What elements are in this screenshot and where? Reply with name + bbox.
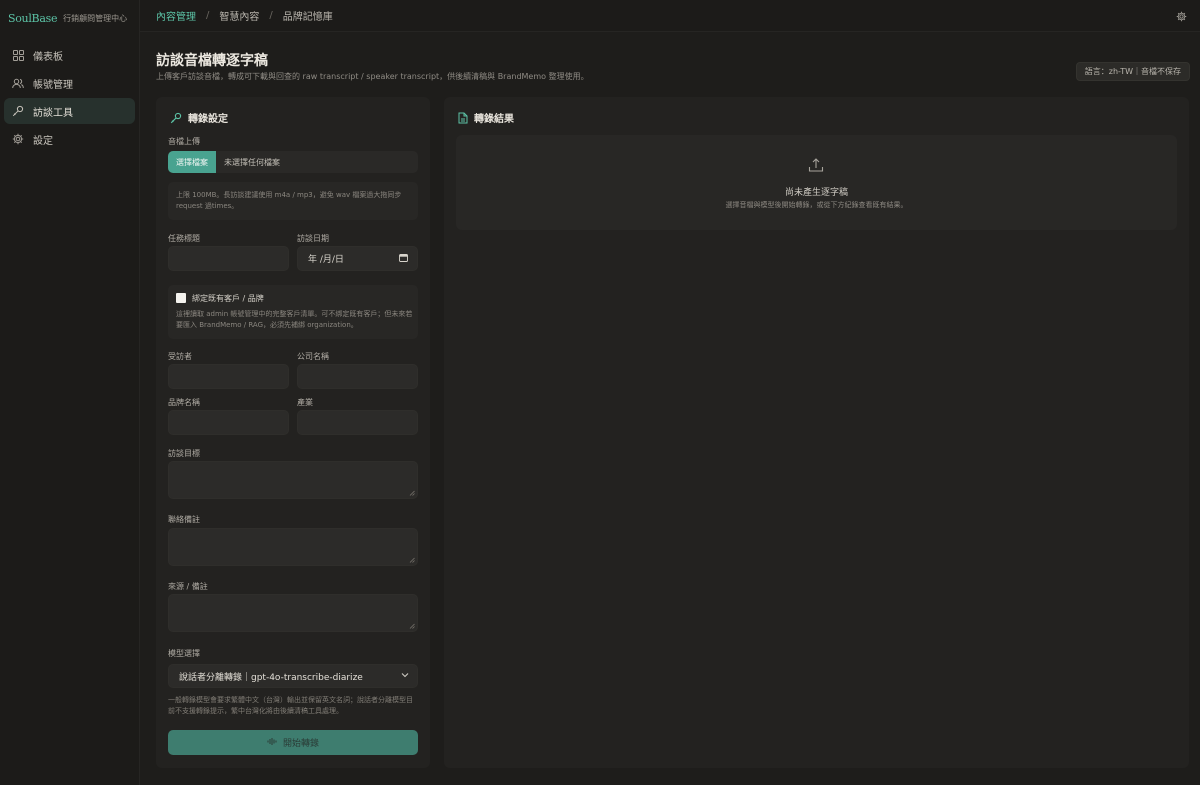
microphone-icon bbox=[12, 105, 24, 117]
sidebar-item-settings[interactable]: 設定 bbox=[4, 126, 135, 152]
calendar-icon[interactable] bbox=[399, 253, 408, 265]
bind-client-box: 綁定既有客戶 / 品牌 這裡讀取 admin 帳號管理中的完整客戶清單。可不綁定… bbox=[168, 285, 418, 339]
task-title-label: 任務標題 bbox=[168, 234, 200, 243]
transcription-result-panel: 轉錄結果 尚未產生逐字稿 選擇音檔與模型後開始轉錄，或從下方紀錄查看既有結果。 bbox=[444, 97, 1189, 768]
sidebar-item-label: 儀表板 bbox=[33, 51, 63, 63]
industry-label: 產業 bbox=[297, 398, 313, 407]
gear-icon bbox=[12, 133, 24, 145]
sidebar-nav: 儀表板 帳號管理 訪談工具 設定 bbox=[0, 42, 139, 152]
company-label: 公司名稱 bbox=[297, 352, 329, 361]
model-select-value: 說話者分離轉錄｜gpt-4o-transcribe-diarize bbox=[179, 672, 363, 683]
result-panel-title: 轉錄結果 bbox=[474, 114, 514, 125]
breadcrumb-separator: / bbox=[206, 10, 210, 21]
page-title: 訪談音檔轉逐字稿 bbox=[156, 53, 268, 69]
interviewee-input[interactable] bbox=[168, 364, 289, 389]
bind-client-checkbox[interactable] bbox=[176, 293, 186, 303]
task-title-input[interactable] bbox=[168, 246, 289, 271]
interviewee-label: 受訪者 bbox=[168, 352, 192, 361]
company-input[interactable] bbox=[297, 364, 418, 389]
brand-input[interactable] bbox=[168, 410, 289, 435]
sidebar-item-label: 設定 bbox=[33, 135, 53, 147]
topbar: 內容管理 / 智慧內容 / 品牌記憶庫 bbox=[140, 0, 1200, 32]
language-badge: 語言：zh-TW｜音檔不保存 bbox=[1075, 62, 1190, 81]
sidebar-item-dashboard[interactable]: 儀表板 bbox=[4, 42, 135, 68]
interview-goal-label: 訪談目標 bbox=[168, 449, 200, 458]
sidebar-item-interview-tools[interactable]: 訪談工具 bbox=[4, 98, 135, 124]
brand[interactable]: SoulBase 行銷顧問管理中心 bbox=[0, 0, 139, 36]
upload-label: 音檔上傳 bbox=[168, 137, 200, 146]
resize-grip-icon[interactable] bbox=[409, 623, 415, 629]
bind-client-help: 這裡讀取 admin 帳號管理中的完整客戶清單。可不綁定既有客戶；但未來若要匯入… bbox=[176, 310, 413, 329]
settings-panel-header: 轉錄設定 bbox=[170, 110, 228, 125]
resize-grip-icon[interactable] bbox=[409, 557, 415, 563]
breadcrumb-separator: / bbox=[269, 10, 273, 21]
model-select[interactable]: 說話者分離轉錄｜gpt-4o-transcribe-diarize bbox=[168, 664, 418, 688]
bind-client-label[interactable]: 綁定既有客戶 / 品牌 bbox=[192, 293, 264, 304]
source-notes-label: 來源 / 備註 bbox=[168, 582, 208, 591]
choose-file-button[interactable]: 選擇檔案 bbox=[168, 151, 216, 173]
contact-notes-label: 聯絡備註 bbox=[168, 515, 200, 524]
breadcrumb-smart-content[interactable]: 智慧內容 bbox=[219, 8, 259, 23]
upload-icon bbox=[808, 157, 824, 176]
breadcrumb-content-management[interactable]: 內容管理 bbox=[156, 8, 196, 23]
upload-hint: 上限 100MB。長訪談建議使用 m4a / mp3，避免 wav 檔案過大拖同… bbox=[168, 182, 418, 220]
resize-grip-icon[interactable] bbox=[409, 490, 415, 496]
start-transcription-button[interactable]: 開始轉錄 bbox=[168, 730, 418, 755]
brand-logo[interactable]: SoulBase bbox=[8, 12, 57, 25]
sidebar-item-label: 帳號管理 bbox=[33, 79, 73, 91]
model-help: 一般轉錄模型會要求繁體中文（台灣）輸出並保留英文名詞；說話者分離模型目前不支援轉… bbox=[168, 696, 413, 715]
date-placeholder: 年 /月/日 bbox=[308, 255, 344, 265]
audio-wave-icon bbox=[267, 737, 277, 749]
sidebar-item-label: 訪談工具 bbox=[33, 107, 73, 119]
interview-date-label: 訪談日期 bbox=[297, 234, 329, 243]
microphone-icon bbox=[170, 112, 182, 124]
brand-subtitle: 行銷顧問管理中心 bbox=[63, 13, 128, 23]
interview-goal-textarea[interactable] bbox=[168, 461, 418, 499]
file-upload-input[interactable]: 選擇檔案 未選擇任何檔案 bbox=[168, 151, 418, 173]
empty-state-subtitle: 選擇音檔與模型後開始轉錄，或從下方紀錄查看既有結果。 bbox=[725, 201, 908, 209]
document-icon bbox=[458, 112, 468, 124]
settings-panel-title: 轉錄設定 bbox=[188, 114, 228, 125]
grid-icon bbox=[12, 49, 24, 61]
users-icon bbox=[12, 77, 24, 89]
start-button-label: 開始轉錄 bbox=[282, 739, 319, 749]
contact-notes-textarea[interactable] bbox=[168, 528, 418, 566]
model-label: 模型選擇 bbox=[168, 649, 200, 658]
source-notes-textarea[interactable] bbox=[168, 594, 418, 632]
file-status: 未選擇任何檔案 bbox=[224, 157, 280, 167]
empty-state-title: 尚未產生逐字稿 bbox=[784, 188, 848, 198]
sidebar-item-accounts[interactable]: 帳號管理 bbox=[4, 70, 135, 96]
chevron-down-icon bbox=[401, 671, 409, 681]
interview-date-input[interactable]: 年 /月/日 bbox=[297, 246, 418, 271]
sidebar: SoulBase 行銷顧問管理中心 儀表板 帳號管理 訪談工具 設定 bbox=[0, 0, 140, 785]
settings-gear-icon[interactable] bbox=[1174, 9, 1188, 23]
brand-label: 品牌名稱 bbox=[168, 398, 200, 407]
transcription-settings-panel: 轉錄設定 音檔上傳 選擇檔案 未選擇任何檔案 上限 100MB。長訪談建議使用 … bbox=[156, 97, 430, 768]
breadcrumb-brand-memory[interactable]: 品牌記憶庫 bbox=[283, 8, 333, 23]
industry-input[interactable] bbox=[297, 410, 418, 435]
result-panel-header: 轉錄結果 bbox=[458, 110, 514, 125]
page-description: 上傳客戶訪談音檔，轉成可下載與回查的 raw transcript / spea… bbox=[156, 72, 589, 81]
empty-state: 尚未產生逐字稿 選擇音檔與模型後開始轉錄，或從下方紀錄查看既有結果。 bbox=[456, 135, 1177, 230]
